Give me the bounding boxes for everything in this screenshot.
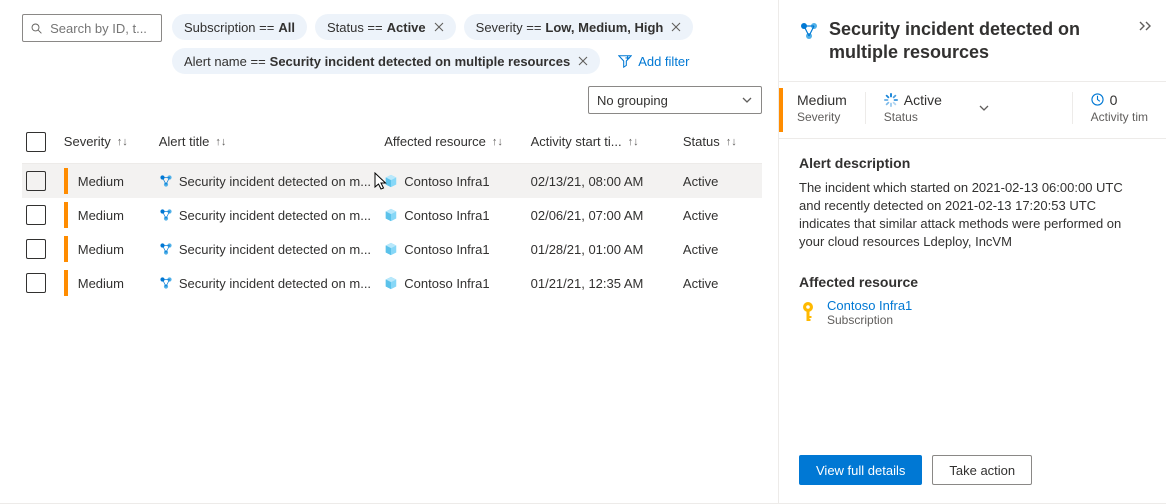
severity-bar — [64, 202, 68, 228]
filter-pill-severity[interactable]: Severity == Low, Medium, High — [464, 14, 694, 40]
security-incident-icon — [159, 242, 173, 256]
status-label: Status — [884, 110, 942, 124]
resource-cell: Contoso Infra1 — [384, 242, 530, 257]
description-heading: Alert description — [799, 155, 1146, 171]
resource-cube-icon — [384, 276, 398, 290]
security-incident-icon — [159, 174, 173, 188]
filter-label: Subscription == — [184, 20, 274, 35]
take-action-button[interactable]: Take action — [932, 455, 1032, 485]
panel-title: Security incident detected on multiple r… — [829, 18, 1122, 65]
alerts-table: Severity↑↓ Alert title↑↓ Affected resour… — [22, 120, 762, 300]
filter-value: Low, Medium, High — [545, 20, 663, 35]
select-all-checkbox[interactable] — [26, 132, 46, 152]
grouping-value: No grouping — [597, 93, 668, 108]
sort-icon: ↑↓ — [726, 136, 737, 148]
close-icon[interactable] — [434, 20, 444, 35]
description-text: The incident which started on 2021-02-13… — [799, 179, 1146, 252]
title-cell: Security incident detected on m... — [159, 276, 384, 291]
affected-resource-heading: Affected resource — [799, 274, 1146, 290]
row-checkbox[interactable] — [26, 205, 46, 225]
resource-name: Contoso Infra1 — [827, 298, 912, 313]
severity-cell: Medium — [78, 276, 159, 291]
column-header-resource[interactable]: Affected resource↑↓ — [384, 134, 530, 149]
title-cell: Security incident detected on m... — [159, 174, 384, 189]
table-row[interactable]: MediumSecurity incident detected on m...… — [22, 164, 762, 198]
severity-value: Medium — [797, 92, 847, 108]
sort-icon: ↑↓ — [492, 136, 503, 148]
security-incident-icon — [159, 276, 173, 290]
clock-icon — [1091, 93, 1104, 106]
close-icon[interactable] — [578, 54, 588, 69]
severity-cell: Medium — [78, 174, 159, 189]
row-checkbox[interactable] — [26, 273, 46, 293]
title-cell: Security incident detected on m... — [159, 208, 384, 223]
chevron-down-icon[interactable] — [978, 102, 990, 114]
filter-pill-status[interactable]: Status == Active — [315, 14, 456, 40]
activity-cell: 02/06/21, 07:00 AM — [531, 208, 683, 223]
table-row[interactable]: MediumSecurity incident detected on m...… — [22, 198, 762, 232]
grouping-select[interactable]: No grouping — [588, 86, 762, 114]
row-checkbox[interactable] — [26, 171, 46, 191]
resource-cell: Contoso Infra1 — [384, 174, 530, 189]
severity-cell: Medium — [78, 208, 159, 223]
resource-cube-icon — [384, 242, 398, 256]
activity-label: Activity tim — [1091, 110, 1148, 124]
filter-value: All — [278, 20, 295, 35]
status-cell: Active — [683, 276, 762, 291]
detail-panel: Security incident detected on multiple r… — [778, 0, 1166, 503]
security-incident-icon — [799, 21, 819, 41]
resource-cube-icon — [384, 208, 398, 222]
security-incident-icon — [159, 208, 173, 222]
column-header-severity[interactable]: Severity↑↓ — [64, 134, 159, 149]
status-cell: Active — [683, 208, 762, 223]
activity-cell: 01/28/21, 01:00 AM — [531, 242, 683, 257]
column-header-status[interactable]: Status↑↓ — [683, 134, 762, 149]
resource-cell: Contoso Infra1 — [384, 276, 530, 291]
row-checkbox[interactable] — [26, 239, 46, 259]
table-row[interactable]: MediumSecurity incident detected on m...… — [22, 266, 762, 300]
column-header-activity[interactable]: Activity start ti...↑↓ — [531, 134, 683, 149]
activity-cell: 02/13/21, 08:00 AM — [531, 174, 683, 189]
add-filter-label: Add filter — [638, 54, 689, 69]
affected-resource-item[interactable]: Contoso Infra1 Subscription — [799, 298, 1146, 327]
table-row[interactable]: MediumSecurity incident detected on m...… — [22, 232, 762, 266]
activity-cell: 01/21/21, 12:35 AM — [531, 276, 683, 291]
filter-label: Status == — [327, 20, 383, 35]
sort-icon: ↑↓ — [215, 136, 226, 148]
filter-label: Severity == — [476, 20, 542, 35]
search-icon — [31, 22, 42, 35]
search-input[interactable] — [48, 20, 153, 37]
filter-value: Security incident detected on multiple r… — [270, 54, 571, 69]
resource-cube-icon — [384, 174, 398, 188]
activity-value: 0 — [1110, 92, 1118, 108]
filter-pill-alertname[interactable]: Alert name == Security incident detected… — [172, 48, 600, 74]
collapse-panel-button[interactable] — [1138, 20, 1152, 35]
column-header-title[interactable]: Alert title↑↓ — [159, 134, 384, 149]
severity-bar — [64, 236, 68, 262]
severity-label: Severity — [797, 110, 847, 124]
add-filter-button[interactable]: Add filter — [608, 48, 699, 74]
chevron-down-icon — [741, 94, 753, 106]
sort-icon: ↑↓ — [117, 136, 128, 148]
key-icon — [799, 301, 817, 323]
search-input-wrapper[interactable] — [22, 14, 162, 42]
sort-icon: ↑↓ — [628, 136, 639, 148]
filter-value: Active — [387, 20, 426, 35]
filter-label: Alert name == — [184, 54, 266, 69]
close-icon[interactable] — [671, 20, 681, 35]
status-spinner-icon — [884, 93, 898, 107]
severity-bar — [64, 270, 68, 296]
resource-type: Subscription — [827, 313, 912, 327]
severity-bar — [64, 168, 68, 194]
status-cell: Active — [683, 242, 762, 257]
severity-cell: Medium — [78, 242, 159, 257]
title-cell: Security incident detected on m... — [159, 242, 384, 257]
filter-icon — [618, 54, 632, 68]
resource-cell: Contoso Infra1 — [384, 208, 530, 223]
status-value: Active — [904, 92, 942, 108]
filter-pill-subscription[interactable]: Subscription == All — [172, 14, 307, 40]
status-cell: Active — [683, 174, 762, 189]
view-full-details-button[interactable]: View full details — [799, 455, 922, 485]
